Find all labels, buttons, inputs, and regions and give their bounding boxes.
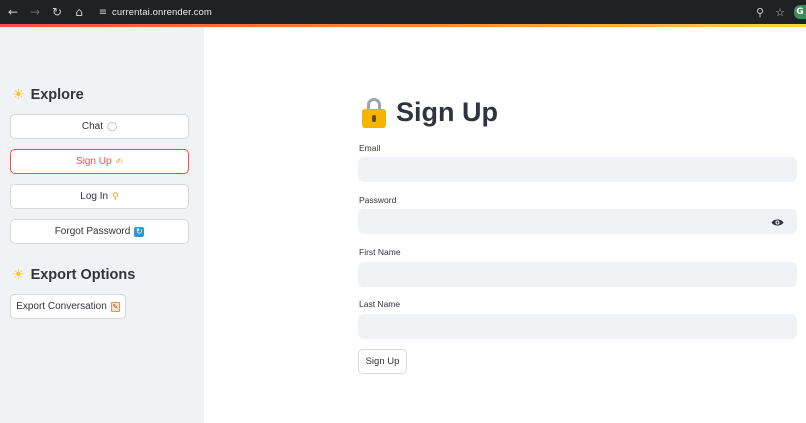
email-label: Email	[359, 143, 381, 153]
password-field[interactable]	[358, 209, 797, 234]
refresh-icon: ↻	[134, 226, 145, 237]
sun-icon: ☀	[12, 87, 25, 103]
sign-up-submit-button[interactable]: Sign Up	[358, 349, 407, 374]
forgot-password-button[interactable]: Forgot Password ↻	[10, 219, 189, 244]
home-icon[interactable]: ⌂	[68, 1, 90, 23]
site-settings-icon[interactable]: ≡	[94, 7, 112, 18]
first-name-field[interactable]	[358, 262, 797, 287]
forward-icon[interactable]: →	[24, 1, 46, 23]
log-in-button[interactable]: Log In ⚲	[10, 184, 189, 209]
writing-hand-icon: ✍	[115, 156, 124, 167]
forgot-password-label: Forgot Password	[54, 226, 131, 237]
key-icon[interactable]: ⚲	[750, 2, 770, 22]
export-conversation-label: Export Conversation	[16, 301, 107, 312]
sun-icon: ☀	[12, 267, 25, 283]
email-field[interactable]	[358, 157, 797, 182]
browser-toolbar: ← → ↻ ⌂ ≡ currentai.onrender.com ⚲ ☆ G	[0, 0, 806, 24]
sidebar: ☀ Explore Chat ◯ Sign Up ✍ Log In ⚲ Forg…	[0, 27, 204, 423]
export-conversation-button[interactable]: Export Conversation ✎	[10, 294, 126, 319]
extension-icon[interactable]: G	[794, 5, 806, 19]
page-title: Sign Up	[362, 97, 498, 128]
sign-up-nav-button[interactable]: Sign Up ✍	[10, 149, 189, 174]
speech-bubble-icon: ◯	[107, 121, 118, 132]
back-icon[interactable]: ←	[2, 1, 24, 23]
sign-up-nav-label: Sign Up	[75, 156, 112, 167]
reload-icon[interactable]: ↻	[46, 1, 68, 23]
show-password-eye-icon[interactable]	[771, 218, 784, 227]
lock-icon	[362, 97, 386, 128]
main-content: Sign Up Email Password First Name Last N…	[204, 27, 806, 423]
chat-button-label: Chat	[81, 121, 104, 132]
export-options-title: Export Options	[30, 267, 136, 283]
explore-title: Explore	[30, 87, 84, 103]
chat-button[interactable]: Chat ◯	[10, 114, 189, 139]
explore-heading: ☀ Explore	[12, 87, 84, 103]
last-name-field[interactable]	[358, 314, 797, 339]
memo-icon: ✎	[110, 301, 120, 312]
key-icon: ⚲	[112, 191, 119, 202]
browser-actions: ⚲ ☆ G	[750, 0, 806, 24]
address-bar[interactable]: ≡ currentai.onrender.com	[94, 0, 212, 24]
password-label: Password	[359, 195, 397, 205]
bookmark-star-icon[interactable]: ☆	[770, 2, 790, 22]
export-options-heading: ☀ Export Options	[12, 267, 135, 283]
url-text[interactable]: currentai.onrender.com	[112, 7, 212, 18]
first-name-label: First Name	[359, 247, 401, 257]
last-name-label: Last Name	[359, 299, 401, 309]
page-title-text: Sign Up	[396, 97, 498, 127]
browser-nav: ← → ↻ ⌂	[0, 1, 90, 23]
log-in-label: Log In	[80, 191, 109, 202]
